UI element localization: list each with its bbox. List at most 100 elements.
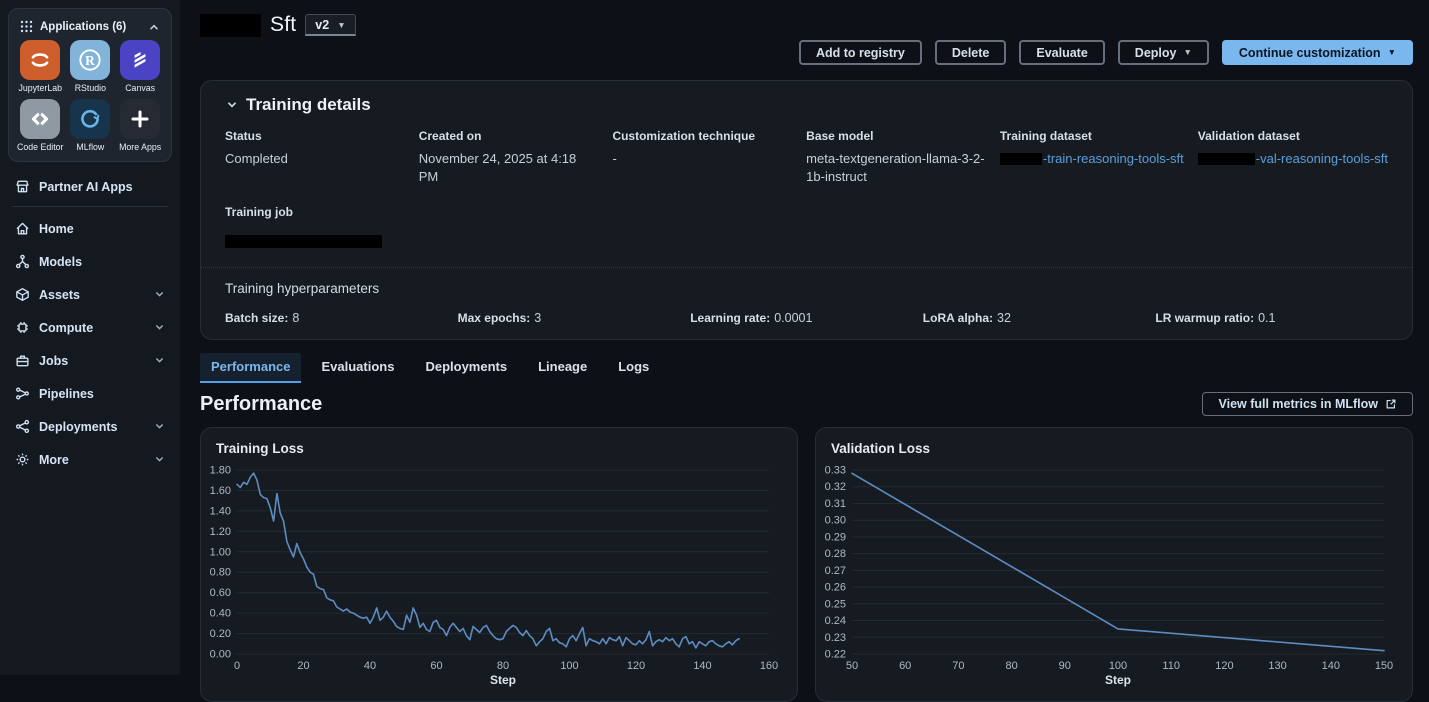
redacted-training-job [225, 235, 382, 248]
chart-title: Validation Loss [816, 428, 1412, 462]
compute-icon [15, 320, 30, 335]
redacted-dataset-prefix [1000, 153, 1042, 165]
svg-text:70: 70 [952, 660, 964, 672]
field-customization-technique: Customization technique - [612, 129, 792, 185]
hyperparameters-title: Training hyperparameters [225, 281, 1388, 296]
svg-text:0.31: 0.31 [825, 498, 846, 510]
hp-lora-alpha: LoRA alpha:32 [923, 311, 1156, 325]
svg-text:40: 40 [364, 660, 376, 672]
left-sidebar: Applications (6) JupyterLab R RStudio [0, 0, 180, 675]
svg-text:100: 100 [1109, 660, 1127, 672]
training-job-block: Training job [225, 205, 1388, 253]
continue-customization-button[interactable]: Continue customization ▼ [1222, 40, 1413, 65]
sidebar-item-compute[interactable]: Compute [0, 311, 180, 344]
svg-text:1.60: 1.60 [210, 485, 231, 497]
sidebar-item-deployments[interactable]: Deployments [0, 410, 180, 443]
applications-panel: Applications (6) JupyterLab R RStudio [8, 8, 172, 162]
svg-text:0.00: 0.00 [210, 649, 231, 661]
tab-logs[interactable]: Logs [607, 353, 660, 383]
training-dataset-link[interactable]: -train-reasoning-tools-sft [1000, 150, 1184, 168]
svg-text:R: R [86, 53, 96, 68]
view-full-metrics-mlflow-button[interactable]: View full metrics in MLflow [1202, 392, 1413, 416]
svg-text:0.20: 0.20 [210, 628, 231, 640]
training-details-card: Training details Status Completed Create… [200, 80, 1413, 340]
svg-text:0.30: 0.30 [825, 515, 846, 527]
chevron-down-icon: ▼ [1388, 48, 1396, 57]
svg-text:60: 60 [899, 660, 911, 672]
briefcase-icon [15, 353, 30, 368]
svg-text:130: 130 [1268, 660, 1286, 672]
delete-button[interactable]: Delete [935, 40, 1007, 65]
performance-heading: Performance [200, 393, 322, 416]
svg-text:60: 60 [430, 660, 442, 672]
svg-text:100: 100 [560, 660, 578, 672]
svg-text:150: 150 [1375, 660, 1393, 672]
page-header: Sft v2 ▼ Add to registry Delete Evaluate… [180, 0, 1429, 72]
svg-text:1.00: 1.00 [210, 546, 231, 558]
section-title: Training details [246, 95, 371, 115]
add-to-registry-button[interactable]: Add to registry [799, 40, 922, 65]
tab-lineage[interactable]: Lineage [527, 353, 598, 383]
svg-text:Step: Step [490, 673, 516, 687]
svg-text:0.32: 0.32 [825, 481, 846, 493]
main-content: Sft v2 ▼ Add to registry Delete Evaluate… [180, 0, 1429, 675]
apps-grid-icon [20, 20, 33, 33]
chevron-down-icon [154, 289, 165, 300]
svg-text:0.80: 0.80 [210, 567, 231, 579]
hp-max-epochs: Max epochs:3 [458, 311, 691, 325]
chevron-down-icon [154, 355, 165, 366]
svg-text:80: 80 [1005, 660, 1017, 672]
svg-text:140: 140 [693, 660, 711, 672]
storefront-icon [15, 179, 30, 194]
chevron-down-icon: ▼ [1183, 48, 1191, 57]
hp-lr-warmup-ratio: LR warmup ratio:0.1 [1155, 311, 1388, 325]
tab-deployments[interactable]: Deployments [414, 353, 518, 383]
tab-bar: Performance Evaluations Deployments Line… [200, 353, 1413, 383]
svg-text:1.20: 1.20 [210, 526, 231, 538]
app-code-editor[interactable]: Code Editor [17, 99, 63, 152]
redacted-model-name [200, 14, 261, 37]
field-validation-dataset: Validation dataset -val-reasoning-tools-… [1198, 129, 1388, 185]
collapse-applications-icon[interactable] [148, 21, 160, 33]
sidebar-item-models[interactable]: Models [0, 245, 180, 278]
pipelines-icon [15, 386, 30, 401]
divider [201, 267, 1412, 268]
svg-text:0.33: 0.33 [825, 465, 846, 477]
svg-text:160: 160 [760, 660, 778, 672]
hp-batch-size: Batch size:8 [225, 311, 458, 325]
tab-performance[interactable]: Performance [200, 353, 301, 383]
svg-text:0.25: 0.25 [825, 598, 846, 610]
sidebar-item-pipelines[interactable]: Pipelines [0, 377, 180, 410]
sidebar-item-partner-ai-apps[interactable]: Partner AI Apps [0, 170, 180, 203]
chevron-down-icon [154, 421, 165, 432]
sidebar-item-assets[interactable]: Assets [0, 278, 180, 311]
gear-icon [15, 452, 30, 467]
chevron-down-icon [154, 454, 165, 465]
app-canvas[interactable]: Canvas [117, 40, 163, 93]
jupyterlab-icon [20, 40, 60, 80]
deploy-button[interactable]: Deploy ▼ [1118, 40, 1209, 65]
sidebar-item-home[interactable]: Home [0, 212, 180, 245]
chevron-down-icon: ▼ [337, 21, 345, 30]
redacted-dataset-prefix [1198, 153, 1255, 165]
app-mlflow[interactable]: MLflow [67, 99, 113, 152]
svg-text:120: 120 [1215, 660, 1233, 672]
tab-evaluations[interactable]: Evaluations [310, 353, 405, 383]
svg-text:80: 80 [497, 660, 509, 672]
svg-text:0.23: 0.23 [825, 632, 846, 644]
sidebar-item-jobs[interactable]: Jobs [0, 344, 180, 377]
svg-text:0.27: 0.27 [825, 565, 846, 577]
version-select[interactable]: v2 ▼ [305, 14, 355, 36]
home-icon [15, 221, 30, 236]
evaluate-button[interactable]: Evaluate [1019, 40, 1104, 65]
app-jupyterlab[interactable]: JupyterLab [17, 40, 63, 93]
app-rstudio[interactable]: R RStudio [67, 40, 113, 93]
sidebar-item-more[interactable]: More [0, 443, 180, 476]
app-more-apps[interactable]: More Apps [117, 99, 163, 152]
code-editor-icon [20, 99, 60, 139]
plus-icon [120, 99, 160, 139]
validation-dataset-link[interactable]: -val-reasoning-tools-sft [1198, 150, 1388, 168]
training-loss-card: Training Loss 0.000.200.400.600.801.001.… [200, 427, 798, 702]
external-link-icon [1385, 398, 1397, 410]
training-details-expander[interactable]: Training details [225, 95, 1388, 115]
